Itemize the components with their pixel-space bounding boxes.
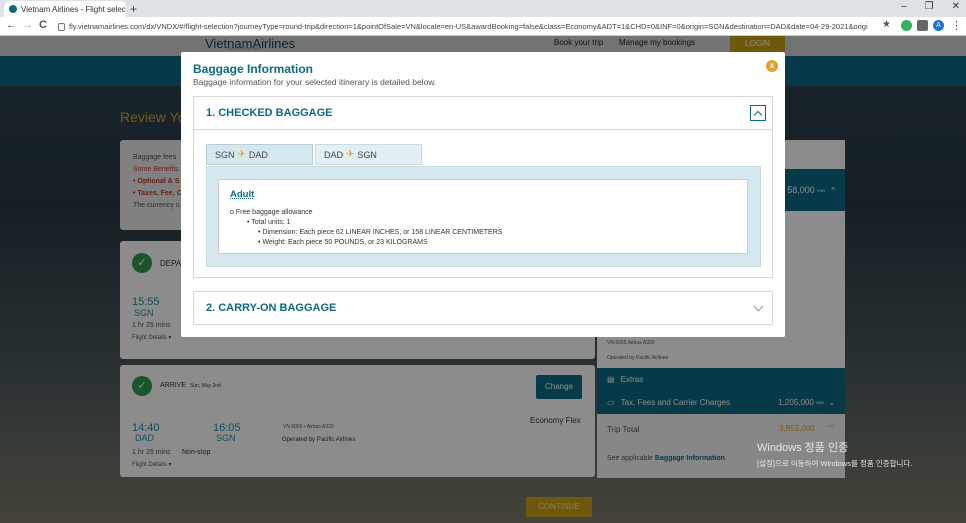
tab-destination: DAD [248,149,268,160]
extension-grammarly-icon[interactable] [901,20,912,31]
tab-title: Vietnam Airlines - Flight selecti [21,4,126,14]
carry-on-baggage-header[interactable]: 2. CARRY-ON BAGGAGE [193,291,773,325]
lock-icon [58,22,65,31]
plane-icon: ✈ [237,149,246,160]
expand-chevron-down-icon[interactable] [753,301,764,312]
reload-icon[interactable]: C [39,19,47,31]
profile-avatar[interactable]: A [933,20,944,31]
collapse-chevron-up-icon[interactable] [750,105,766,121]
minimize-icon[interactable]: – [901,1,907,12]
passenger-type: Adult [230,189,254,200]
modal-title: Baggage Information [193,62,314,76]
bookmark-star-icon[interactable]: ★ [882,19,891,30]
tab-origin: SGN [215,149,235,160]
tab-destination: SGN [357,149,377,160]
address-bar-row: ← → C fly.vietnamairlines.com/dx/VNDX/#/… [0,17,966,36]
baggage-info-modal: Baggage Information Baggage information … [181,52,785,337]
allowance-list: o Free baggage allowance • Total units: … [230,208,502,248]
browser-tab-bar: Vietnam Airlines - Flight selecti × + – … [0,0,966,17]
browser-menu-icon[interactable]: ⋮ [951,19,962,32]
windows-activation-watermark: Windows 정품 인증 [설정]으로 이동하여 Windows를 정품 인증… [757,439,912,469]
url-text: fly.vietnamairlines.com/dx/VNDX/#/flight… [69,22,868,31]
allowance-title: o Free baggage allowance [230,209,313,216]
window-close-icon[interactable]: ✕ [952,1,960,12]
baggage-panel: Adult o Free baggage allowance • Total u… [206,166,761,267]
passenger-type-label: Adult [230,189,255,200]
tab-sgn-dad[interactable]: SGN ✈ DAD [206,144,313,165]
plane-icon: ✈ [346,149,355,160]
carry-on-title: 2. CARRY-ON BAGGAGE [206,302,337,314]
activation-title: Windows 정품 인증 [757,442,849,454]
modal-subtitle: Baggage information for your selected it… [193,77,437,87]
forward-icon[interactable]: → [22,19,33,31]
maximize-icon[interactable]: ❐ [925,1,934,12]
vietnam-airlines-favicon-icon [9,5,17,13]
checked-baggage-header[interactable]: 1. CHECKED BAGGAGE [194,97,772,130]
new-tab-icon[interactable]: + [130,2,137,16]
back-icon[interactable]: ← [6,19,17,31]
url-field[interactable]: fly.vietnamairlines.com/dx/VNDX/#/flight… [58,19,868,34]
allowance-box: Adult o Free baggage allowance • Total u… [218,179,748,254]
extensions-puzzle-icon[interactable] [917,20,928,31]
checked-baggage-section: 1. CHECKED BAGGAGE SGN ✈ DAD DAD ✈ SGN A… [193,96,773,278]
total-units: • Total units: 1 [247,219,291,226]
tab-dad-sgn[interactable]: DAD ✈ SGN [315,144,422,165]
dimension: • Dimension: Each piece 62 LINEAR INCHES… [258,229,503,236]
window-controls: – ❐ ✕ [901,1,960,12]
segment-tabs: SGN ✈ DAD DAD ✈ SGN [206,144,424,165]
browser-tab[interactable]: Vietnam Airlines - Flight selecti × [4,1,126,17]
checked-baggage-title: 1. CHECKED BAGGAGE [206,107,333,119]
tab-origin: DAD [324,149,344,160]
activation-subtitle: [설정]으로 이동하여 Windows를 정품 인증합니다. [757,459,913,468]
weight: • Weight: Each piece 50 POUNDS, or 23 KI… [258,239,428,246]
modal-close-icon[interactable]: x [766,60,778,72]
